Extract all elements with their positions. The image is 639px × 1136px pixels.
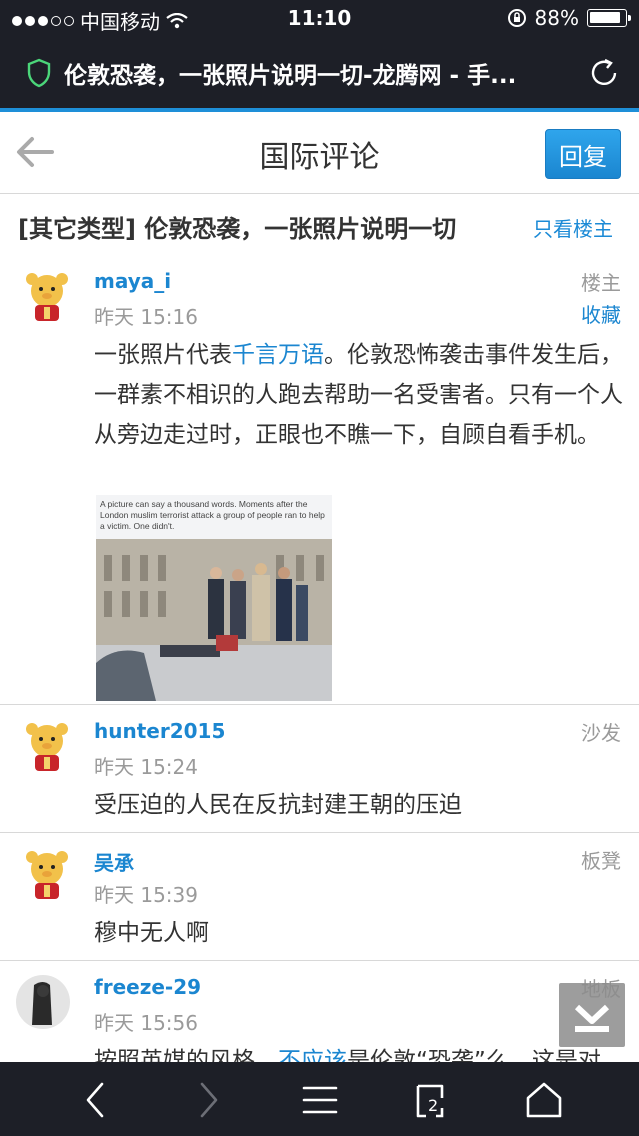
browser-forward-icon[interactable]: [186, 1078, 230, 1122]
status-right: 88%: [507, 6, 631, 30]
post-item: freeze-29 地板 昨天 15:56 按照英媒的风格，不应该是伦敦“恐袭”…: [0, 961, 639, 1062]
menu-icon[interactable]: [298, 1078, 342, 1122]
avatar[interactable]: [20, 719, 74, 773]
tabs-button[interactable]: 2: [410, 1078, 454, 1122]
username[interactable]: 吴承: [94, 847, 134, 876]
avatar[interactable]: [16, 975, 70, 1029]
favorite-link[interactable]: 收藏: [581, 299, 621, 328]
page-header: 国际评论 回复: [0, 112, 639, 194]
only-op-link[interactable]: 只看楼主: [533, 213, 613, 242]
post-time: 昨天 15:16: [94, 305, 198, 329]
post-body: 受压迫的人民在反抗封建王朝的压迫: [94, 792, 462, 818]
floor-label: 楼主: [581, 271, 621, 295]
post-body: 一张照片代表千言万语。伦敦恐怖袭击事件发生后，一群素不相识的人跑去帮助一名受害者…: [94, 335, 624, 455]
battery-percent: 88%: [534, 6, 579, 30]
avatar[interactable]: [20, 847, 74, 901]
url-bar[interactable]: 伦敦恐袭，一张照片说明一切-龙腾网 - 手...: [0, 44, 639, 102]
post-item: hunter2015 沙发 昨天 15:24 受压迫的人民在反抗封建王朝的压迫: [0, 705, 639, 833]
battery-icon: [587, 9, 631, 27]
browser-top-bar: 中国移动 11:10 88% 伦敦恐袭，一张照片说明一切-龙腾网 - 手...: [0, 0, 639, 112]
post-text: 按照英媒的风格，: [94, 1048, 278, 1062]
post-body: 穆中无人啊: [94, 920, 209, 946]
page-title: 国际评论: [259, 140, 380, 175]
post-body: 按照英媒的风格，不应该是伦敦“恐袭”么，这是对: [94, 1041, 624, 1062]
thread-title: [其它类型] 伦敦恐袭，一张照片说明一切: [18, 215, 457, 243]
post-link[interactable]: 千言万语: [232, 342, 324, 368]
browser-back-icon[interactable]: [74, 1078, 118, 1122]
post-time: 昨天 15:24: [94, 755, 198, 779]
browser-bottom-toolbar: 2: [0, 1062, 639, 1136]
post-image[interactable]: A picture can say a thousand words. Mome…: [96, 495, 332, 701]
image-caption: A picture can say a thousand words. Mome…: [100, 499, 325, 531]
floor-label: 沙发: [581, 721, 621, 745]
home-icon[interactable]: [522, 1078, 566, 1122]
status-bar: 中国移动 11:10 88%: [0, 0, 639, 36]
username[interactable]: maya_i: [94, 269, 171, 293]
post-text: 一张照片代表: [94, 342, 232, 368]
username[interactable]: hunter2015: [94, 719, 225, 743]
page-title-in-urlbar[interactable]: 伦敦恐袭，一张照片说明一切-龙腾网 - 手...: [64, 56, 554, 90]
chevron-down-icon: [574, 1004, 610, 1032]
post-item: 吴承 板凳 昨天 15:39 穆中无人啊: [0, 833, 639, 961]
tabs-count: 2: [428, 1096, 439, 1115]
username[interactable]: freeze-29: [94, 975, 201, 999]
rotation-lock-icon: [507, 9, 526, 27]
scroll-to-bottom-button[interactable]: [559, 983, 625, 1047]
reload-icon[interactable]: [587, 56, 621, 90]
reply-button[interactable]: 回复: [545, 129, 621, 179]
floor-label: 板凳: [581, 849, 621, 873]
post-time: 昨天 15:56: [94, 1011, 198, 1035]
post-time: 昨天 15:39: [94, 883, 198, 907]
thread-heading: [其它类型] 伦敦恐袭，一张照片说明一切 只看楼主: [0, 195, 639, 255]
post-text: 是伦敦“恐袭”么，这是对: [347, 1048, 601, 1062]
post-link[interactable]: 不应该: [278, 1048, 347, 1062]
security-shield-icon: [27, 58, 51, 88]
avatar[interactable]: [20, 269, 74, 323]
post-item: maya_i 楼主 昨天 15:16 收藏 一张照片代表千言万语。伦敦恐怖袭击事…: [0, 255, 639, 705]
